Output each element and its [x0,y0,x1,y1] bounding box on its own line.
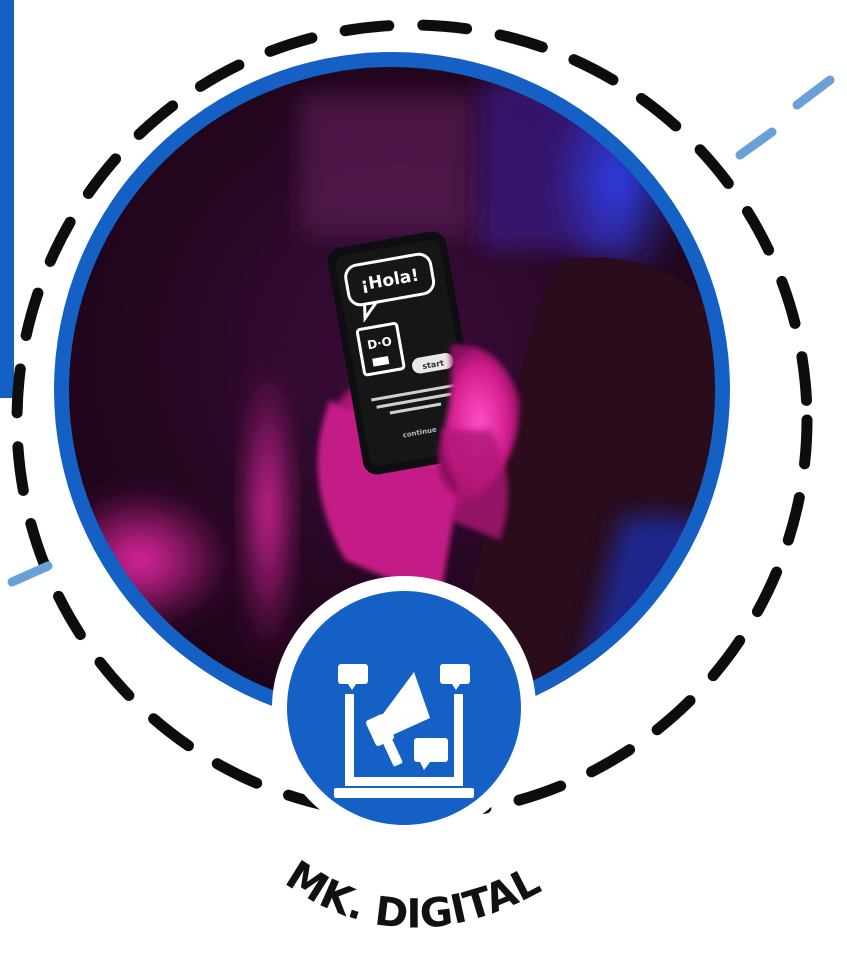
brand-label: MK. DIGITAL [278,852,548,938]
frame-edge-left [0,0,18,398]
brand-emblem: ¡Hola! D·O start continue MK. DIGITAL [0,0,847,972]
brand-label-text: MK. DIGITAL [278,852,548,938]
emblem-graphic: ¡Hola! D·O start continue MK. DIGITAL [0,0,835,938]
